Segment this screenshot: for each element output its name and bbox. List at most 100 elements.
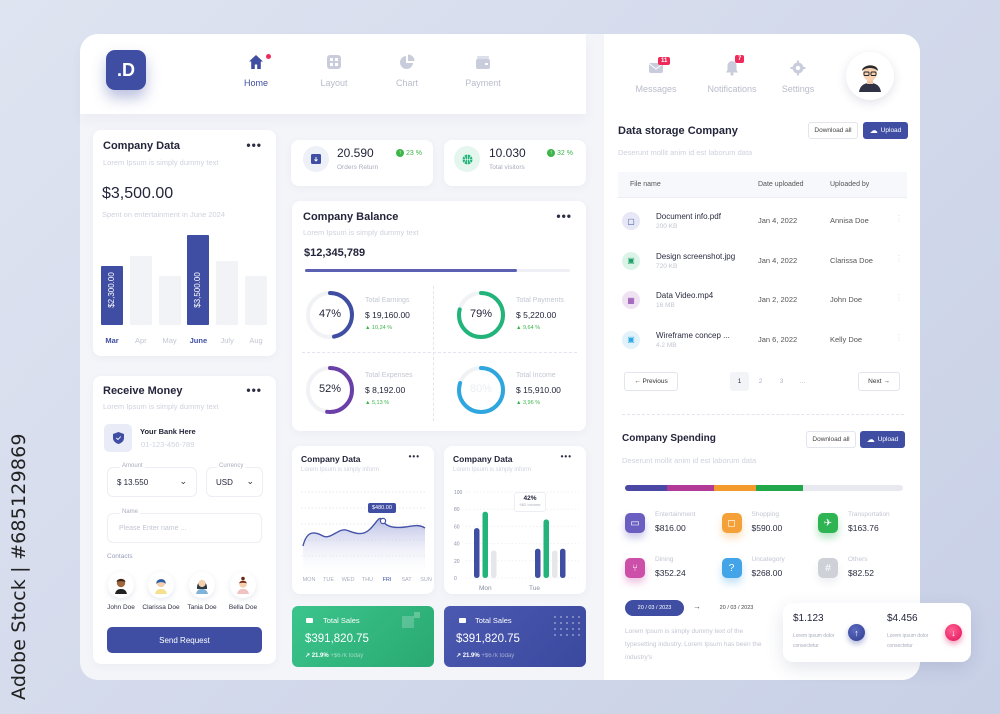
- metric-label: Total Payments: [516, 297, 564, 304]
- ring-percent: 80%: [469, 383, 493, 395]
- more-options-button[interactable]: •••: [246, 383, 262, 397]
- bar-mar[interactable]: $2,300.00: [101, 265, 123, 325]
- column-file-name[interactable]: File name: [630, 181, 661, 188]
- divider: [433, 286, 434, 421]
- currency-select[interactable]: Currency USD ⌄: [206, 463, 263, 497]
- column-date-uploaded[interactable]: Date uploaded: [758, 181, 804, 188]
- bar-mon-0[interactable]: [474, 528, 480, 578]
- metric-change: ▲ 5,13 %: [365, 400, 390, 406]
- spending-category-others[interactable]: # Others $82.52: [818, 556, 910, 586]
- name-input[interactable]: Name Please Enter name ...: [107, 509, 262, 543]
- kebab-menu-icon[interactable]: ⋮: [895, 333, 903, 342]
- metric-label: Total Income: [516, 372, 556, 379]
- spending-description: Lorem Ipsum is simply dummy text of the …: [625, 628, 762, 661]
- name-label: Name: [120, 509, 141, 515]
- download-all-button[interactable]: Download all: [806, 431, 856, 448]
- arrow-up-icon: ↑: [396, 149, 404, 157]
- bar-july[interactable]: [216, 260, 239, 325]
- contact-tania[interactable]: Tania Doe: [182, 572, 222, 611]
- summary-text: Lorem ipsum dolor consectetur: [793, 633, 835, 649]
- more-options-button[interactable]: •••: [246, 138, 262, 152]
- y-tick: 0: [454, 576, 457, 582]
- sales-change: ↗ 21.9% +$67k today: [456, 652, 514, 659]
- date-to-button[interactable]: 20 / 03 / 2023: [709, 600, 764, 616]
- day-label: MON: [302, 577, 316, 583]
- spending-category-shopping[interactable]: ◻ Shopping $590.00: [721, 511, 814, 541]
- file-date: Jan 4, 2022: [758, 255, 798, 265]
- more-options-button[interactable]: •••: [409, 452, 420, 461]
- nav-home[interactable]: Home: [226, 54, 286, 88]
- messages-button[interactable]: Messages 11: [626, 57, 686, 94]
- file-row[interactable]: ▦ Data Video.mp4 16 MB Jan 2, 2022 John Doe ⋮: [618, 289, 907, 319]
- file-row[interactable]: ▢ Document info.pdf 200 KB Jan 4, 2022 Annis…: [618, 210, 907, 240]
- contact-john[interactable]: John Doe: [101, 572, 141, 611]
- contact-bella[interactable]: Bella Doe: [223, 572, 263, 611]
- contact-clarissa[interactable]: Clarissa Doe: [141, 572, 181, 611]
- date-from-button[interactable]: 20 / 03 / 2023: [625, 600, 684, 616]
- day-label: THU: [361, 577, 374, 583]
- metric-change: ▲ 3,96 %: [516, 400, 541, 406]
- download-all-button[interactable]: Download all: [808, 122, 858, 139]
- company-data-amount: $3,500.00: [102, 185, 174, 202]
- highlight-point[interactable]: [379, 517, 387, 525]
- more-options-button[interactable]: •••: [561, 452, 572, 461]
- arrow-up-button[interactable]: ↑: [848, 624, 865, 641]
- bar-tue-1[interactable]: [543, 519, 550, 578]
- balance-progress-track: [305, 269, 570, 272]
- bar-june[interactable]: $3,500.00: [187, 235, 210, 325]
- kebab-menu-icon[interactable]: ⋮: [895, 293, 903, 302]
- app-logo[interactable]: .D: [106, 50, 146, 90]
- more-options-button[interactable]: •••: [556, 209, 572, 223]
- nav-payment[interactable]: Payment: [453, 54, 513, 88]
- metric-total-income: 80% Total Income $ 15,910.00 ▲ 3,96 %: [455, 364, 575, 419]
- grid-icon: [327, 55, 341, 69]
- cloud-upload-icon: ☁: [869, 126, 878, 135]
- bar-tue-2[interactable]: [552, 550, 558, 578]
- image-icon: ▣: [622, 330, 640, 349]
- spending-category-transportation[interactable]: ✈ Transportation $163.76: [818, 511, 910, 541]
- decor: [552, 614, 580, 636]
- nav-chart[interactable]: Chart: [377, 54, 437, 88]
- kebab-menu-icon[interactable]: ⋮: [895, 254, 903, 263]
- company-data-caption: Spent on entertainment in June 2024: [102, 210, 226, 219]
- contact-name: Bella Doe: [228, 604, 258, 611]
- month-label: Mar: [105, 336, 119, 345]
- line-tooltip: $480.00: [368, 503, 396, 513]
- send-request-button[interactable]: Send Request: [107, 627, 262, 653]
- arrow-down-button[interactable]: ↓: [945, 624, 962, 641]
- page-3[interactable]: 3: [772, 372, 791, 391]
- spending-category-dining[interactable]: ⑂ Dining $352.24: [625, 556, 717, 586]
- upload-button[interactable]: ☁ Upload: [860, 431, 905, 448]
- bar-may[interactable]: [158, 276, 181, 325]
- previous-label: Previous: [642, 378, 668, 385]
- metric-total-expenses: 52% Total Expenses $ 8,192.00 ▲ 5,13 %: [304, 364, 424, 419]
- page-1[interactable]: 1: [730, 372, 749, 391]
- bar-mon-2[interactable]: [491, 550, 497, 578]
- kebab-menu-icon[interactable]: ⋮: [895, 214, 903, 223]
- file-row[interactable]: ▣ Design screenshot.jpg 720 KB Jan 4, 2022 C…: [618, 250, 907, 280]
- spending-category-uncategory[interactable]: ? Uncategory $268.00: [721, 556, 814, 586]
- upload-button[interactable]: ☁ Upload: [863, 122, 908, 139]
- video-icon: ▦: [622, 291, 640, 309]
- bar-tue-3[interactable]: [560, 548, 566, 578]
- file-size: 200 KB: [656, 223, 678, 230]
- notifications-button[interactable]: Notifications 7: [702, 55, 762, 94]
- settings-button[interactable]: Settings: [768, 60, 828, 94]
- next-page-button[interactable]: Next →: [858, 372, 900, 391]
- amount-select[interactable]: Amount $ 13.550 ⌄: [107, 463, 197, 497]
- spending-category-entertainment[interactable]: ▭ Entertainment $816.00: [625, 511, 717, 541]
- column-uploaded-by[interactable]: Uploaded by: [830, 181, 869, 188]
- stock-watermark: Adobe Stock | #685129869: [8, 433, 30, 700]
- user-avatar[interactable]: [846, 52, 894, 100]
- day-axis: MON TUE WED THU FRI SAT SUN: [301, 577, 432, 587]
- previous-page-button[interactable]: ← Previous: [624, 372, 678, 391]
- nav-layout[interactable]: Layout: [304, 54, 364, 88]
- bar-apr[interactable]: [129, 255, 152, 325]
- bar-tue-0[interactable]: [535, 548, 541, 578]
- page-2[interactable]: 2: [751, 372, 770, 391]
- file-row[interactable]: ▣ Wireframe concep ... 4.2 MB Jan 6, 2022 Ke…: [618, 329, 907, 359]
- y-tick: 80: [454, 507, 460, 513]
- bar-aug[interactable]: [245, 276, 267, 325]
- line-card-subtitle: Lorem Ipsum is simply inform: [301, 467, 380, 473]
- bar-mon-1[interactable]: [482, 511, 489, 578]
